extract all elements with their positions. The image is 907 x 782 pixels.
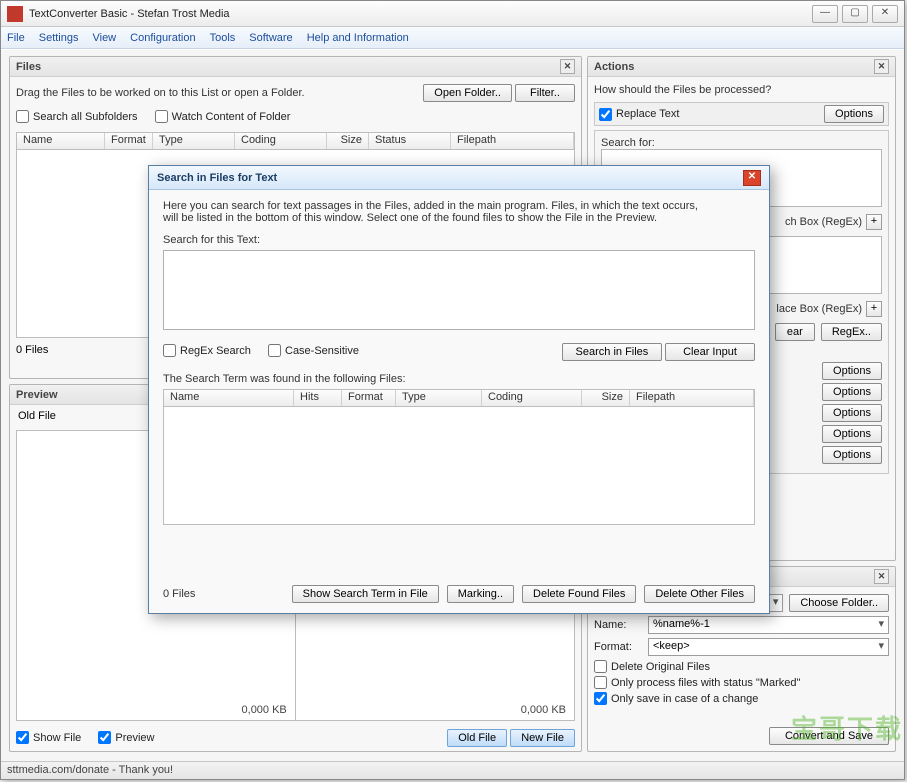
regex-button[interactable]: RegEx.. bbox=[821, 323, 882, 341]
new-size: 0,000 KB bbox=[521, 704, 566, 716]
results-list[interactable] bbox=[163, 407, 755, 525]
menu-file[interactable]: File bbox=[7, 32, 25, 44]
search-text-label: Search for this Text: bbox=[163, 234, 755, 246]
old-size: 0,000 KB bbox=[242, 704, 287, 716]
preview-checkbox[interactable]: Preview bbox=[98, 731, 154, 744]
show-search-term-button[interactable]: Show Search Term in File bbox=[292, 585, 439, 603]
dialog-desc2: will be listed in the bottom of this win… bbox=[163, 212, 755, 224]
files-title: Files bbox=[16, 61, 41, 73]
results-count: 0 Files bbox=[163, 588, 195, 600]
only-marked-checkbox[interactable]: Only process files with status "Marked" bbox=[594, 676, 800, 689]
files-hint: Drag the Files to be worked on to this L… bbox=[16, 87, 305, 99]
menu-software[interactable]: Software bbox=[249, 32, 292, 44]
minimize-button[interactable]: — bbox=[812, 5, 838, 23]
option-row-button[interactable]: Options bbox=[822, 425, 882, 443]
search-in-files-button[interactable]: Search in Files bbox=[562, 343, 662, 361]
menu-configuration[interactable]: Configuration bbox=[130, 32, 195, 44]
menu-view[interactable]: View bbox=[92, 32, 116, 44]
dialog-desc1: Here you can search for text passages in… bbox=[163, 200, 755, 212]
case-sensitive-checkbox[interactable]: Case-Sensitive bbox=[268, 344, 359, 357]
actions-title: Actions bbox=[594, 61, 634, 73]
name-dropdown[interactable]: %name%-1 bbox=[648, 616, 889, 634]
app-icon bbox=[7, 6, 23, 22]
clear-button[interactable]: ear bbox=[775, 323, 815, 341]
format-dropdown[interactable]: <keep> bbox=[648, 638, 889, 656]
delete-found-button[interactable]: Delete Found Files bbox=[522, 585, 636, 603]
storage-close-icon[interactable]: ✕ bbox=[874, 569, 889, 584]
delete-other-button[interactable]: Delete Other Files bbox=[644, 585, 755, 603]
new-file-button[interactable]: New File bbox=[510, 729, 575, 747]
preview-title: Preview bbox=[16, 389, 58, 401]
dialog-close-icon[interactable]: ✕ bbox=[743, 170, 761, 186]
option-row-button[interactable]: Options bbox=[822, 362, 882, 380]
old-file-button[interactable]: Old File bbox=[447, 729, 507, 747]
convert-save-button[interactable]: Convert and Save bbox=[769, 727, 889, 745]
clear-input-button[interactable]: Clear Input bbox=[665, 343, 755, 361]
option-row-button[interactable]: Options bbox=[822, 446, 882, 464]
files-close-icon[interactable]: ✕ bbox=[560, 59, 575, 74]
replace-options-button[interactable]: Options bbox=[824, 105, 884, 123]
window-title: TextConverter Basic - Stefan Trost Media bbox=[29, 8, 812, 20]
statusbar: sttmedia.com/donate - Thank you! bbox=[1, 761, 904, 779]
name-label: Name: bbox=[594, 619, 642, 631]
format-label: Format: bbox=[594, 641, 642, 653]
open-folder-button[interactable]: Open Folder.. bbox=[423, 84, 512, 102]
regex-search-checkbox[interactable]: RegEx Search bbox=[163, 344, 251, 357]
titlebar: TextConverter Basic - Stefan Trost Media… bbox=[1, 1, 904, 27]
found-label: The Search Term was found in the followi… bbox=[163, 373, 755, 385]
menu-tools[interactable]: Tools bbox=[210, 32, 236, 44]
close-button[interactable]: ✕ bbox=[872, 5, 898, 23]
option-row-button[interactable]: Options bbox=[822, 383, 882, 401]
show-file-checkbox[interactable]: Show File bbox=[16, 731, 81, 744]
menu-settings[interactable]: Settings bbox=[39, 32, 79, 44]
watch-folder-checkbox[interactable]: Watch Content of Folder bbox=[155, 110, 291, 123]
filter-button[interactable]: Filter.. bbox=[515, 84, 575, 102]
menu-help[interactable]: Help and Information bbox=[307, 32, 409, 44]
results-list-header: Name Hits Format Type Coding Size Filepa… bbox=[163, 389, 755, 407]
option-row-button[interactable]: Options bbox=[822, 404, 882, 422]
actions-question: How should the Files be processed? bbox=[594, 84, 889, 96]
replace-box-regex-label: lace Box (RegEx) bbox=[776, 303, 862, 315]
marking-button[interactable]: Marking.. bbox=[447, 585, 514, 603]
files-list-header: Name Format Type Coding Size Status File… bbox=[16, 132, 575, 150]
choose-folder-button[interactable]: Choose Folder.. bbox=[789, 594, 889, 612]
maximize-button[interactable]: ▢ bbox=[842, 5, 868, 23]
search-text-textarea[interactable] bbox=[163, 250, 755, 330]
dialog-title: Search in Files for Text bbox=[157, 172, 277, 184]
actions-close-icon[interactable]: ✕ bbox=[874, 59, 889, 74]
search-box-regex-label: ch Box (RegEx) bbox=[785, 216, 862, 228]
search-subfolders-checkbox[interactable]: Search all Subfolders bbox=[16, 110, 138, 123]
replace-add-icon[interactable]: + bbox=[866, 301, 882, 317]
delete-original-checkbox[interactable]: Delete Original Files bbox=[594, 660, 710, 673]
search-in-files-dialog: Search in Files for Text ✕ Here you can … bbox=[148, 165, 770, 614]
menubar: File Settings View Configuration Tools S… bbox=[1, 27, 904, 49]
replace-text-checkbox[interactable]: Replace Text bbox=[599, 108, 679, 121]
search-for-label: Search for: bbox=[601, 137, 882, 149]
search-add-icon[interactable]: + bbox=[866, 214, 882, 230]
only-change-checkbox[interactable]: Only save in case of a change bbox=[594, 692, 758, 705]
